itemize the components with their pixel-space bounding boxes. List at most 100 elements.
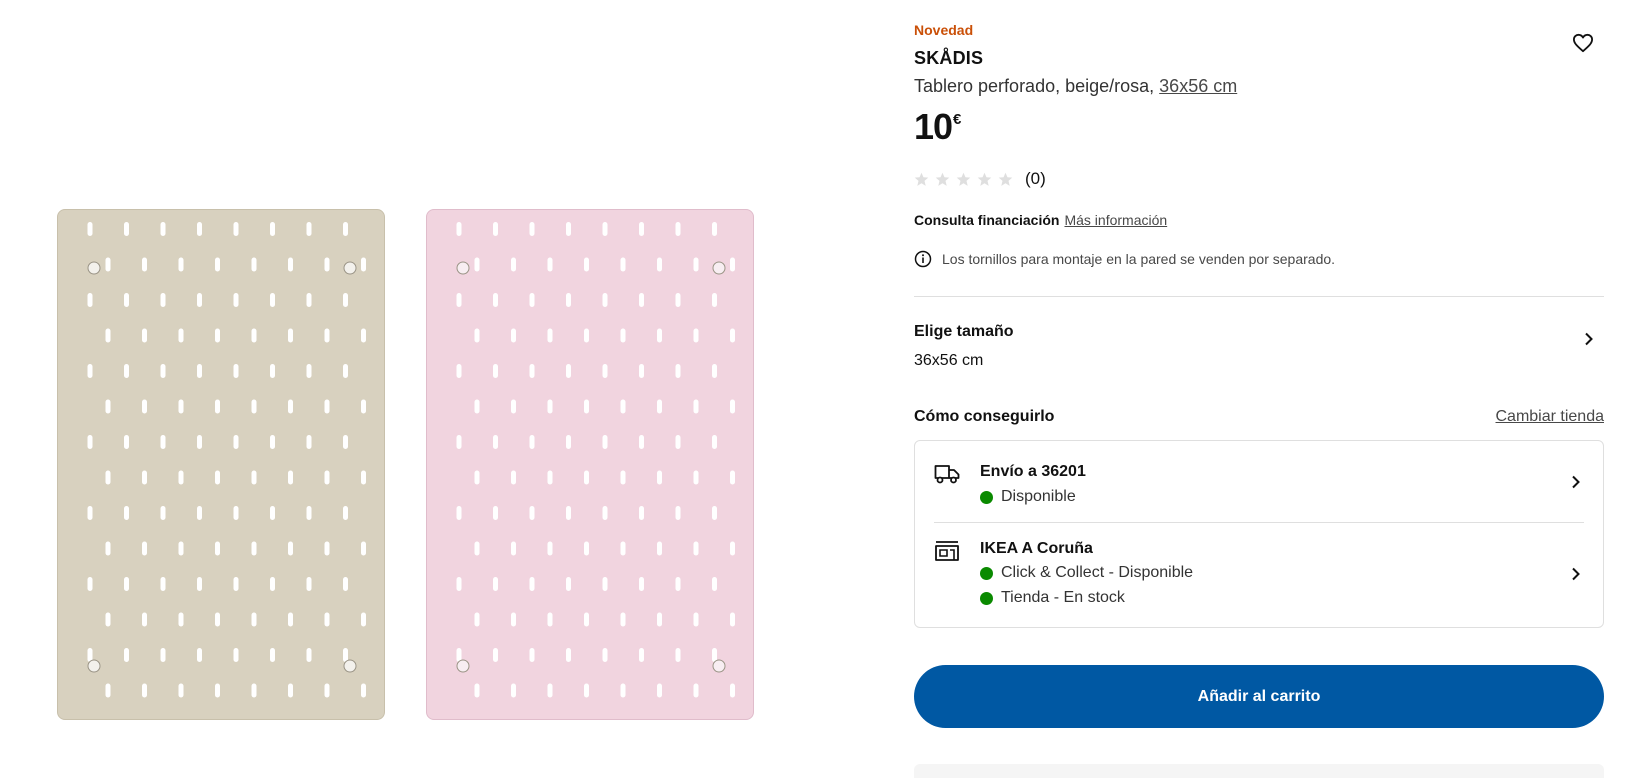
pegboard-slot (270, 222, 275, 236)
pegboard-slot (324, 328, 330, 343)
pegboard-slot (456, 648, 462, 662)
pegboard-slot (620, 470, 626, 485)
pegboard-slot (456, 506, 462, 520)
delivery-option[interactable]: Envío a 36201 Disponible (915, 441, 1603, 522)
financing-link[interactable]: Más información (1064, 212, 1167, 228)
size-link[interactable]: 36x56 cm (1159, 76, 1237, 96)
pegboard-slot (361, 541, 366, 556)
pegboard-slot (324, 257, 330, 272)
pegboard-slot (620, 541, 626, 556)
pegboard-slot (270, 435, 275, 449)
pegboard-slot (178, 612, 184, 627)
pegboard-slot (233, 506, 239, 520)
pegboard-slot (693, 683, 699, 698)
pegboard-slot (493, 506, 498, 520)
pegboard-slot (657, 470, 662, 485)
pegboard-slot (178, 683, 184, 698)
pegboard-slot (288, 328, 293, 343)
pegboard-slot (474, 541, 480, 556)
pegboard-slot (105, 612, 111, 627)
pegboard-slot (270, 577, 275, 591)
pegboard-slot (124, 364, 129, 378)
pegboard-beige-holes (87, 222, 366, 698)
delivery-status: Disponible (980, 488, 1076, 506)
pegboard-slot (160, 577, 166, 591)
pegboard-slot (361, 257, 366, 272)
info-icon (914, 250, 932, 268)
pegboard-slot (251, 612, 257, 627)
pegboard-slot (639, 435, 644, 449)
pegboard-slot (178, 328, 184, 343)
truck-icon (934, 465, 960, 484)
pegboard-slot (142, 541, 147, 556)
pegboard-slot (215, 399, 220, 414)
pegboard-slot (657, 541, 662, 556)
pegboard-slot (105, 541, 111, 556)
pegboard-slot (511, 257, 516, 272)
pegboard-slot (493, 293, 498, 307)
pegboard-slot (215, 612, 220, 627)
store-icon (935, 541, 959, 561)
pegboard-slot (288, 470, 293, 485)
pegboard-slot (730, 328, 735, 343)
pegboard-slot (270, 648, 275, 662)
pegboard-slot (178, 399, 184, 414)
pegboard-slot (124, 648, 129, 662)
pegboard-slot (215, 328, 220, 343)
rating-count: (0) (1025, 169, 1046, 188)
pegboard-slot (87, 577, 93, 591)
screw-icon (712, 659, 726, 673)
pegboard-slot (361, 470, 366, 485)
pegboard-slot (566, 293, 571, 307)
pegboard-slot (306, 293, 312, 307)
pegboard-slot (87, 293, 93, 307)
pegboard-slot (474, 399, 480, 414)
pegboard-slot (639, 577, 644, 591)
pegboard-slot (602, 293, 608, 307)
pegboard-slot (511, 399, 516, 414)
pegboard-slot (87, 364, 93, 378)
pegboard-slot (547, 257, 553, 272)
pegboard-slot (288, 257, 293, 272)
size-selector[interactable]: Elige tamaño 36x56 cm (914, 297, 1604, 383)
pegboard-slot (529, 364, 535, 378)
pegboard-slot (197, 364, 202, 378)
price-value: 10 (914, 106, 953, 147)
pegboard-slot (343, 435, 348, 449)
pegboard-slot (142, 257, 147, 272)
store-option[interactable]: IKEA A Coruña Click & Collect - Disponib… (915, 522, 1603, 627)
pegboard-slot (251, 399, 257, 414)
pegboard-slot (620, 399, 626, 414)
screw-icon (456, 659, 470, 673)
pegboard-slot (197, 506, 202, 520)
pegboard-slot (215, 541, 220, 556)
pegboard-slot (730, 683, 735, 698)
pegboard-slot (105, 470, 111, 485)
pegboard-slot (197, 293, 202, 307)
pegboard-slot (306, 364, 312, 378)
pegboard-slot (639, 364, 644, 378)
pegboard-slot (547, 541, 553, 556)
pegboard-slot (306, 506, 312, 520)
pegboard-slot (529, 435, 535, 449)
pegboard-slot (675, 648, 681, 662)
pegboard-slot (657, 399, 662, 414)
product-image[interactable] (0, 0, 860, 778)
pegboard-slot (233, 577, 239, 591)
screw-icon (87, 659, 101, 673)
pegboard-slot (712, 222, 717, 236)
pegboard-slot (566, 222, 571, 236)
change-store-link[interactable]: Cambiar tienda (1496, 408, 1605, 426)
pegboard-slot (142, 399, 147, 414)
wall-screws-notice: Los tornillos para montaje en la pared s… (914, 250, 1335, 268)
rating[interactable]: (0) (914, 169, 1046, 189)
pegboard-slot (511, 470, 516, 485)
add-to-cart-button[interactable]: Añadir al carrito (914, 665, 1604, 728)
pegboard-slot (693, 257, 699, 272)
pegboard-slot (343, 506, 348, 520)
pegboard-slot (324, 399, 330, 414)
pegboard-slot (288, 683, 293, 698)
pegboard-slot (160, 648, 166, 662)
product-info: Novedad SKÅDIS Tablero perforado, beige/… (914, 0, 1604, 778)
pegboard-slot (324, 683, 330, 698)
